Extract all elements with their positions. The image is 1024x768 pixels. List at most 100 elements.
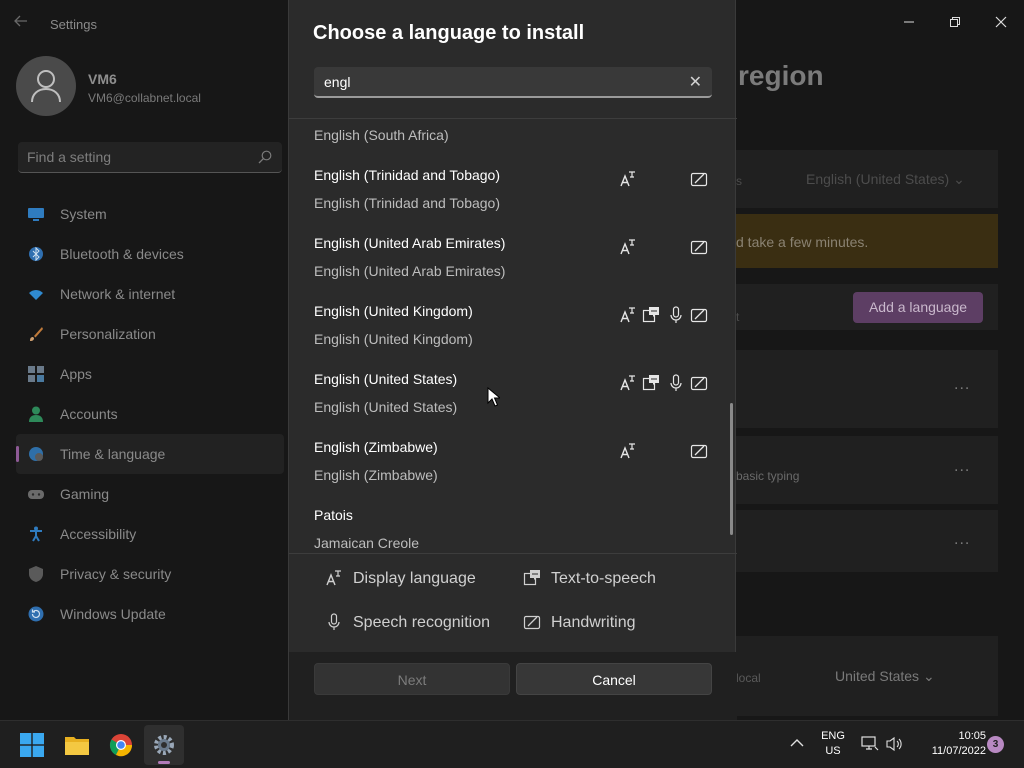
display-language-value: English (United States)	[806, 171, 950, 187]
legend-label: Handwriting	[551, 614, 636, 631]
wifi-icon	[29, 290, 43, 300]
display-language-dropdown[interactable]: English (United States) ⌄	[806, 171, 965, 188]
search-icon	[258, 150, 272, 164]
language-name: English (United Kingdom)	[314, 303, 473, 319]
display-language-icon	[620, 171, 635, 187]
refresh-icon	[28, 606, 44, 622]
list-item[interactable]: Patois Jamaican Creole	[289, 499, 737, 553]
clear-search-icon[interactable]: ✕	[689, 72, 702, 92]
divider	[289, 553, 737, 554]
list-item[interactable]: English (United States) English (United …	[289, 363, 737, 431]
handwriting-icon	[690, 240, 708, 255]
list-item[interactable]: English (Trinidad and Tobago) English (T…	[289, 159, 737, 227]
settings-search-input[interactable]: Find a setting	[18, 142, 282, 173]
back-button[interactable]	[14, 14, 34, 34]
notification-badge[interactable]: 3	[987, 736, 1004, 753]
sidebar-item-gaming[interactable]: Gaming	[16, 474, 284, 514]
chevron-down-icon: ⌄	[953, 171, 965, 187]
sidebar-nav: System Bluetooth & devices Network & int…	[16, 194, 284, 634]
accessibility-icon	[30, 526, 42, 542]
next-button[interactable]: Next	[314, 663, 510, 695]
close-button[interactable]	[978, 6, 1024, 38]
warning-text-fragment: d take a few minutes.	[736, 234, 869, 250]
sidebar-item-label: Windows Update	[60, 606, 166, 622]
add-language-button[interactable]: Add a language	[853, 292, 983, 323]
dialog-footer: Next Cancel	[289, 652, 737, 720]
display-language-icon	[620, 443, 635, 459]
list-item[interactable]: English (South Africa)	[289, 119, 737, 159]
bluetooth-icon	[29, 246, 43, 262]
dialog-title: Choose a language to install	[313, 22, 585, 44]
settings-taskbar-button[interactable]	[144, 725, 184, 765]
language-search-input[interactable]: engl ✕	[314, 67, 712, 98]
arrow-left-icon	[14, 15, 27, 27]
minimize-button[interactable]	[886, 6, 932, 38]
language-native-name: English (Zimbabwe)	[314, 467, 438, 483]
microphone-icon	[670, 374, 682, 391]
more-options-button[interactable]: ...	[954, 376, 970, 394]
sidebar-item-network[interactable]: Network & internet	[16, 274, 284, 314]
app-title: Settings	[50, 17, 97, 32]
input-indicator[interactable]: ENG US	[820, 729, 846, 759]
list-item[interactable]: English (Zimbabwe) English (Zimbabwe)	[289, 431, 737, 499]
sidebar-item-time-language[interactable]: Time & language	[16, 434, 284, 474]
language-name: Patois	[314, 507, 353, 523]
user-name: VM6	[88, 71, 117, 87]
sidebar-item-label: Time & language	[60, 446, 166, 462]
restore-icon	[950, 17, 960, 27]
choose-language-dialog: Choose a language to install engl ✕ Engl…	[288, 0, 737, 720]
more-options-button[interactable]: ...	[954, 531, 970, 549]
gamepad-icon	[28, 490, 44, 499]
chevron-up-icon	[790, 739, 804, 747]
sidebar-item-privacy[interactable]: Privacy & security	[16, 554, 284, 594]
settings-gear-icon	[154, 735, 174, 755]
list-item[interactable]: English (United Arab Emirates) English (…	[289, 227, 737, 295]
handwriting-icon	[690, 172, 708, 187]
language-native-name: Jamaican Creole	[314, 535, 420, 551]
sidebar-item-label: Network & internet	[60, 286, 176, 302]
show-hidden-icons-button[interactable]	[790, 735, 804, 753]
scrollbar-thumb[interactable]	[730, 403, 733, 535]
sidebar-item-label: Apps	[60, 366, 92, 382]
globe-clock-icon	[29, 447, 43, 461]
network-icon[interactable]	[861, 736, 879, 752]
clock-time: 10:05	[958, 730, 986, 742]
person-icon	[29, 406, 43, 422]
restore-button[interactable]	[932, 6, 978, 38]
avatar	[16, 56, 76, 116]
shield-icon	[29, 566, 43, 582]
cancel-button[interactable]: Cancel	[516, 663, 712, 695]
text-to-speech-icon	[642, 307, 659, 323]
sidebar-item-windows-update[interactable]: Windows Update	[16, 594, 284, 634]
sidebar-item-system[interactable]: System	[16, 194, 284, 234]
volume-icon[interactable]	[886, 736, 904, 752]
list-item[interactable]: English (United Kingdom) English (United…	[289, 295, 737, 363]
sidebar-item-label: System	[60, 206, 107, 222]
start-icon[interactable]	[20, 733, 44, 757]
language-name: English (Zimbabwe)	[314, 439, 438, 455]
sidebar-item-bluetooth[interactable]: Bluetooth & devices	[16, 234, 284, 274]
handwriting-icon	[690, 376, 708, 391]
chrome-icon[interactable]	[109, 733, 133, 757]
sidebar-item-personalization[interactable]: Personalization	[16, 314, 284, 354]
file-explorer-icon[interactable]	[65, 733, 89, 757]
feature-legend: Display language Text-to-speech Speech r…	[289, 555, 737, 655]
country-value: United States	[835, 668, 920, 684]
minimize-icon	[904, 21, 914, 23]
search-placeholder: Find a setting	[27, 149, 112, 165]
language-native-name: English (United Kingdom)	[314, 331, 473, 347]
ime-layout: US	[825, 745, 841, 757]
monitor-icon	[28, 208, 44, 221]
close-icon	[995, 16, 1007, 28]
sidebar-item-accessibility[interactable]: Accessibility	[16, 514, 284, 554]
country-dropdown[interactable]: United States ⌄	[835, 668, 935, 685]
handwriting-icon	[523, 615, 541, 630]
sidebar-item-apps[interactable]: Apps	[16, 354, 284, 394]
more-options-button[interactable]: ...	[954, 458, 970, 476]
clock[interactable]: 10:05 11/07/2022	[910, 729, 986, 759]
apps-icon	[28, 366, 44, 382]
chevron-down-icon: ⌄	[922, 668, 935, 684]
sidebar-item-label: Privacy & security	[60, 566, 172, 582]
mouse-cursor-icon	[487, 387, 500, 407]
sidebar-item-accounts[interactable]: Accounts	[16, 394, 284, 434]
